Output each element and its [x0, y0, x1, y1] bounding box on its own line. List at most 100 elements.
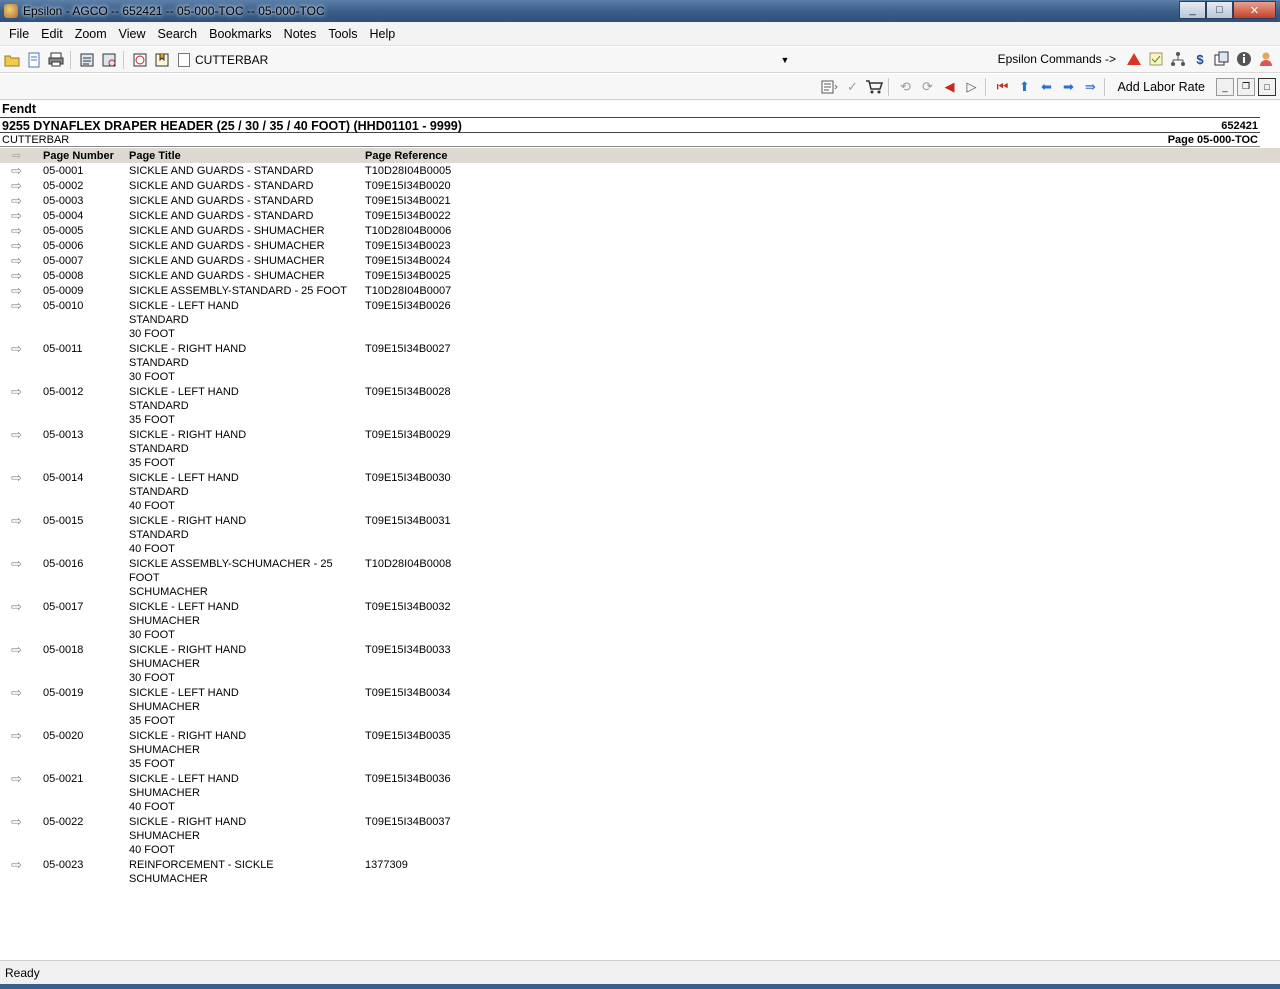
table-row[interactable]: ⇨ 05-0016 SICKLE ASSEMBLY-SCHUMACHER - 25 … — [0, 556, 1280, 599]
checkmark-icon[interactable]: ✓ — [842, 78, 862, 96]
page-title-cell[interactable]: SICKLE AND GUARDS - STANDARD — [129, 179, 365, 193]
page-reference-cell[interactable]: T09E15I34B0024 — [365, 254, 565, 268]
go-to-page-arrow-icon[interactable]: ⇨ — [0, 224, 43, 238]
page-reference-cell[interactable]: T09E15I34B0036 — [365, 772, 565, 814]
page-reference-cell[interactable]: T09E15I34B0026 — [365, 299, 565, 341]
page-reference-cell[interactable]: T09E15I34B0037 — [365, 815, 565, 857]
table-row[interactable]: ⇨ 05-0010 SICKLE - LEFT HAND STANDARD 30 FOO… — [0, 298, 1280, 341]
go-to-page-arrow-icon[interactable]: ⇨ — [0, 600, 43, 642]
go-to-page-arrow-icon[interactable]: ⇨ — [0, 239, 43, 253]
table-row[interactable]: ⇨ 05-0017 SICKLE - LEFT HAND SHUMACHER 30 FO… — [0, 599, 1280, 642]
bookmark-document-icon[interactable] — [152, 51, 172, 69]
previous-page-icon[interactable]: ◀ — [939, 78, 959, 96]
page-number-cell[interactable]: 05-0021 — [43, 772, 129, 814]
page-number-cell[interactable]: 05-0016 — [43, 557, 129, 599]
go-to-page-arrow-icon[interactable]: ⇨ — [0, 772, 43, 814]
open-folder-icon[interactable] — [2, 51, 22, 69]
menu-bookmarks[interactable]: Bookmarks — [203, 27, 278, 41]
go-to-page-arrow-icon[interactable]: ⇨ — [0, 557, 43, 599]
menu-view[interactable]: View — [113, 27, 152, 41]
hierarchy-icon[interactable] — [1168, 50, 1188, 68]
print-icon[interactable] — [46, 51, 66, 69]
menu-file[interactable]: File — [3, 27, 35, 41]
page-reference-cell[interactable]: T09E15I34B0034 — [365, 686, 565, 728]
page-reference-cell[interactable]: T09E15I34B0030 — [365, 471, 565, 513]
page-reference-cell[interactable]: T10D28I04B0005 — [365, 164, 565, 178]
table-row[interactable]: ⇨ 05-0006 SICKLE AND GUARDS - SHUMACHER T09… — [0, 238, 1280, 253]
page-title-cell[interactable]: SICKLE - LEFT HAND STANDARD 30 FOOT — [129, 299, 365, 341]
table-row[interactable]: ⇨ 05-0020 SICKLE - RIGHT HAND SHUMACHER 35 F… — [0, 728, 1280, 771]
go-to-page-arrow-icon[interactable]: ⇨ — [0, 342, 43, 384]
page-title-cell[interactable]: SICKLE AND GUARDS - SHUMACHER — [129, 239, 365, 253]
parts-search-icon[interactable] — [99, 51, 119, 69]
table-row[interactable]: ⇨ 05-0004 SICKLE AND GUARDS - STANDARD T09E… — [0, 208, 1280, 223]
dollar-icon[interactable]: $ — [1190, 50, 1210, 68]
page-title-cell[interactable]: SICKLE - LEFT HAND SHUMACHER 30 FOOT — [129, 600, 365, 642]
go-to-page-arrow-icon[interactable]: ⇨ — [0, 164, 43, 178]
history-back-icon[interactable]: ⟲ — [895, 78, 915, 96]
clock-document-icon[interactable] — [130, 51, 150, 69]
page-title-cell[interactable]: SICKLE AND GUARDS - STANDARD — [129, 194, 365, 208]
chevron-down-icon[interactable]: ▼ — [778, 50, 792, 70]
table-row[interactable]: ⇨ 05-0022 SICKLE - RIGHT HAND SHUMACHER 40 F… — [0, 814, 1280, 857]
menu-help[interactable]: Help — [364, 27, 402, 41]
page-number-cell[interactable]: 05-0007 — [43, 254, 129, 268]
page-title-cell[interactable]: REINFORCEMENT - SICKLE SCHUMACHER — [129, 858, 365, 886]
go-to-page-arrow-icon[interactable]: ⇨ — [0, 284, 43, 298]
page-title-cell[interactable]: SICKLE AND GUARDS - SHUMACHER — [129, 269, 365, 283]
page-title-cell[interactable]: SICKLE - RIGHT HAND SHUMACHER 35 FOOT — [129, 729, 365, 771]
page-number-cell[interactable]: 05-0006 — [43, 239, 129, 253]
go-to-page-arrow-icon[interactable]: ⇨ — [0, 254, 43, 268]
go-to-page-arrow-icon[interactable]: ⇨ — [0, 643, 43, 685]
go-to-page-arrow-icon[interactable]: ⇨ — [0, 299, 43, 341]
column-page-reference[interactable]: Page Reference — [365, 150, 565, 162]
last-page-icon[interactable]: ⇛ — [1080, 78, 1100, 96]
page-number-cell[interactable]: 05-0014 — [43, 471, 129, 513]
page-title-cell[interactable]: SICKLE - RIGHT HAND STANDARD 35 FOOT — [129, 428, 365, 470]
close-button[interactable]: ✕ — [1233, 1, 1276, 19]
page-title-cell[interactable]: SICKLE - RIGHT HAND STANDARD 40 FOOT — [129, 514, 365, 556]
table-row[interactable]: ⇨ 05-0012 SICKLE - LEFT HAND STANDARD 35 FOO… — [0, 384, 1280, 427]
page-title-cell[interactable]: SICKLE - LEFT HAND STANDARD 40 FOOT — [129, 471, 365, 513]
page-title-cell[interactable]: SICKLE - RIGHT HAND SHUMACHER 30 FOOT — [129, 643, 365, 685]
parts-list-icon[interactable] — [77, 51, 97, 69]
table-row[interactable]: ⇨ 05-0018 SICKLE - RIGHT HAND SHUMACHER 30 F… — [0, 642, 1280, 685]
pane-restore-icon[interactable]: ❐ — [1237, 77, 1255, 96]
page-reference-cell[interactable]: T09E15I34B0031 — [365, 514, 565, 556]
page-reference-cell[interactable]: T09E15I34B0021 — [365, 194, 565, 208]
edit-notes-icon[interactable] — [820, 78, 840, 96]
page-reference-cell[interactable]: T09E15I34B0023 — [365, 239, 565, 253]
page-reference-cell[interactable]: T09E15I34B0022 — [365, 209, 565, 223]
table-row[interactable]: ⇨ 05-0023 REINFORCEMENT - SICKLE SCHUMACHER… — [0, 857, 1280, 886]
page-reference-cell[interactable]: T09E15I34B0033 — [365, 643, 565, 685]
maximize-button[interactable]: □ — [1206, 1, 1233, 19]
pane-maximize-icon[interactable]: □ — [1258, 77, 1276, 96]
page-title-cell[interactable]: SICKLE - LEFT HAND SHUMACHER 35 FOOT — [129, 686, 365, 728]
agco-logo-icon[interactable] — [1124, 50, 1144, 68]
page-number-cell[interactable]: 05-0010 — [43, 299, 129, 341]
go-to-page-arrow-icon[interactable]: ⇨ — [0, 471, 43, 513]
go-to-page-arrow-icon[interactable]: ⇨ — [0, 194, 43, 208]
next-page-icon[interactable]: ▷ — [961, 78, 981, 96]
page-reference-cell[interactable]: T09E15I34B0027 — [365, 342, 565, 384]
table-row[interactable]: ⇨ 05-0009 SICKLE ASSEMBLY-STANDARD - 25 FO… — [0, 283, 1280, 298]
page-number-cell[interactable]: 05-0002 — [43, 179, 129, 193]
go-to-page-arrow-icon[interactable]: ⇨ — [0, 815, 43, 857]
page-reference-cell[interactable]: 1377309 — [365, 858, 565, 886]
pane-minimize-icon[interactable]: _ — [1216, 77, 1234, 96]
page-number-cell[interactable]: 05-0022 — [43, 815, 129, 857]
page-reference-cell[interactable]: T09E15I34B0020 — [365, 179, 565, 193]
page-title-cell[interactable]: SICKLE ASSEMBLY-SCHUMACHER - 25 FOOT SCHU… — [129, 557, 365, 599]
go-to-page-arrow-icon[interactable]: ⇨ — [0, 385, 43, 427]
go-to-page-arrow-icon[interactable]: ⇨ — [0, 269, 43, 283]
document-icon[interactable] — [24, 51, 44, 69]
page-reference-cell[interactable]: T09E15I34B0029 — [365, 428, 565, 470]
page-title-cell[interactable]: SICKLE AND GUARDS - STANDARD — [129, 209, 365, 223]
page-reference-cell[interactable]: T10D28I04B0007 — [365, 284, 565, 298]
table-row[interactable]: ⇨ 05-0021 SICKLE - LEFT HAND SHUMACHER 40 FO… — [0, 771, 1280, 814]
page-title-cell[interactable]: SICKLE - LEFT HAND STANDARD 35 FOOT — [129, 385, 365, 427]
page-number-cell[interactable]: 05-0012 — [43, 385, 129, 427]
page-title-cell[interactable]: SICKLE ASSEMBLY-STANDARD - 25 FOOT — [129, 284, 365, 298]
page-reference-cell[interactable]: T09E15I34B0025 — [365, 269, 565, 283]
left-arrow-icon[interactable]: ⬅ — [1036, 78, 1056, 96]
